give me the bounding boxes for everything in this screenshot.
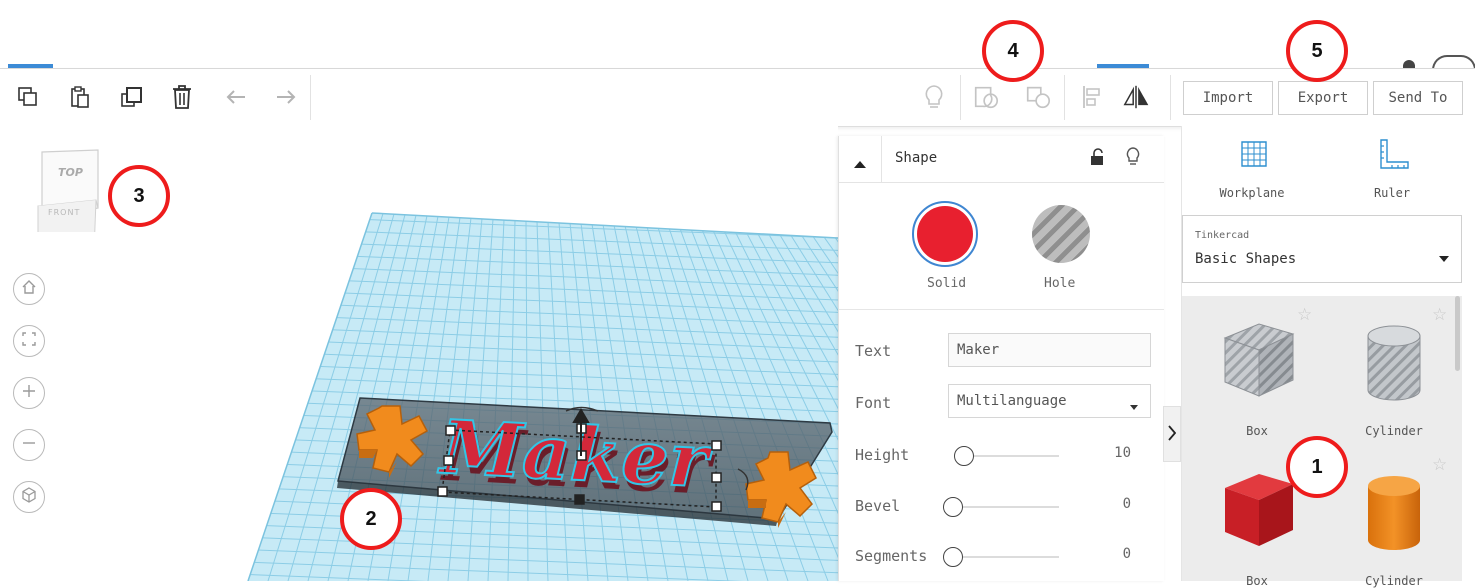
fit-icon [21, 331, 37, 351]
text-input[interactable]: Maker [948, 333, 1151, 367]
library-source: Tinkercad [1195, 230, 1250, 241]
solid-color-fill [917, 206, 973, 262]
star-icon[interactable]: ☆ [1432, 455, 1447, 475]
shape-label: Cylinder [1365, 424, 1423, 438]
callout-5: 5 [1286, 20, 1348, 82]
scrollbar[interactable] [1455, 296, 1460, 371]
solid-color-swatch[interactable] [912, 201, 978, 267]
view-cube-front-label: FRONT [48, 208, 81, 217]
toolbar-divider [1064, 75, 1065, 120]
ruler-label: Ruler [1373, 186, 1411, 200]
import-button[interactable]: Import [1183, 81, 1273, 115]
callout-3: 3 [108, 165, 170, 227]
shape-inspector: Shape Solid Hole Text Maker Font Multila… [838, 136, 1164, 581]
toolbar-divider [1170, 75, 1171, 120]
shapes-sidebar: Workplane Ruler Tinkercad Basic Shapes ☆ [1181, 126, 1475, 588]
segments-value[interactable]: 0 [1085, 546, 1131, 562]
export-button[interactable]: Export [1278, 81, 1368, 115]
home-icon [21, 279, 37, 299]
fit-view-button[interactable] [13, 325, 45, 357]
minus-icon [21, 435, 37, 455]
inspector-header: Shape [839, 136, 1164, 183]
panel-collapse-tab[interactable] [1163, 406, 1181, 462]
shape-tile-box-hole[interactable]: ☆ Box [1207, 305, 1312, 438]
ungroup-icon[interactable] [1024, 83, 1052, 111]
cube-icon [21, 487, 37, 507]
shape-label: Cylinder [1365, 574, 1423, 588]
segments-slider-track[interactable] [957, 556, 1059, 558]
workplane-label: Workplane [1219, 186, 1285, 200]
box-hole-thumbnail [1223, 323, 1295, 397]
paste-icon[interactable] [66, 83, 94, 111]
callout-2: 2 [340, 488, 402, 550]
ruler-tool[interactable]: Ruler [1342, 136, 1442, 206]
height-value[interactable]: 10 [1085, 445, 1131, 461]
inspector-divider [839, 309, 1164, 310]
copy-icon[interactable] [14, 83, 42, 111]
zoom-in-button[interactable] [13, 377, 45, 409]
segments-label: Segments [855, 547, 928, 565]
font-select-value: Multilanguage [957, 393, 1067, 409]
duplicate-icon[interactable] [118, 83, 146, 111]
shape-library-select[interactable]: Tinkercad Basic Shapes [1182, 215, 1462, 283]
shape-label: Box [1246, 424, 1268, 438]
cylinder-hole-thumbnail [1367, 325, 1421, 401]
view-cube-top-label: TOP [58, 166, 83, 179]
mirror-icon[interactable] [1122, 83, 1150, 111]
font-label: Font [855, 394, 892, 412]
bevel-slider-track[interactable] [957, 506, 1059, 508]
segments-slider-knob[interactable] [943, 547, 963, 567]
height-slider-knob[interactable] [954, 446, 974, 466]
lightbulb-icon[interactable] [1126, 147, 1140, 171]
workplane-tool[interactable]: Workplane [1202, 136, 1302, 206]
library-name: Basic Shapes [1195, 251, 1297, 267]
ruler-icon [1378, 138, 1410, 174]
view-cube[interactable]: TOP FRONT [36, 148, 100, 253]
bevel-label: Bevel [855, 497, 901, 515]
align-icon[interactable] [1078, 83, 1106, 111]
toolbar-divider [960, 75, 961, 120]
star-icon[interactable]: ☆ [1297, 305, 1312, 325]
chevron-down-icon [1439, 248, 1449, 267]
main-toolbar: Import Export Send To [0, 68, 1475, 127]
plus-icon [21, 383, 37, 403]
chevron-right-icon [1168, 422, 1177, 447]
group-icon[interactable] [972, 83, 1000, 111]
collapse-arrow-icon[interactable] [853, 154, 867, 173]
height-label: Height [855, 446, 910, 464]
home-view-button[interactable] [13, 273, 45, 305]
text-label: Text [855, 342, 892, 360]
bevel-value[interactable]: 0 [1085, 496, 1131, 512]
font-select[interactable]: Multilanguage [948, 384, 1151, 418]
callout-1: 1 [1286, 436, 1348, 498]
hole-label: Hole [1044, 276, 1076, 291]
cylinder-solid-thumbnail [1368, 476, 1420, 550]
undo-icon[interactable] [222, 83, 250, 111]
bevel-slider-knob[interactable] [943, 497, 963, 517]
header-divider [881, 136, 882, 182]
workplane-icon [1238, 138, 1268, 172]
redo-icon[interactable] [272, 83, 300, 111]
star-icon[interactable]: ☆ [1432, 305, 1447, 325]
box-solid-thumbnail [1225, 474, 1293, 546]
solid-label: Solid [927, 276, 967, 291]
user-menu-fragment[interactable] [1403, 60, 1415, 68]
shape-label: Box [1246, 574, 1268, 588]
lightbulb-icon[interactable] [920, 83, 948, 111]
callout-4: 4 [982, 20, 1044, 82]
send-to-button[interactable]: Send To [1373, 81, 1463, 115]
inspector-title: Shape [895, 150, 938, 166]
top-navigation-band [0, 0, 1475, 70]
unlock-icon[interactable] [1090, 148, 1104, 170]
chevron-down-icon [1130, 399, 1138, 415]
zoom-out-button[interactable] [13, 429, 45, 461]
perspective-button[interactable] [13, 481, 45, 513]
trash-icon[interactable] [168, 83, 196, 111]
toolbar-divider [310, 75, 311, 120]
shape-tile-cylinder-solid[interactable]: ☆ Cylinder [1344, 455, 1447, 588]
hole-swatch[interactable] [1032, 205, 1090, 263]
shape-tile-cylinder-hole[interactable]: ☆ Cylinder [1344, 305, 1447, 438]
